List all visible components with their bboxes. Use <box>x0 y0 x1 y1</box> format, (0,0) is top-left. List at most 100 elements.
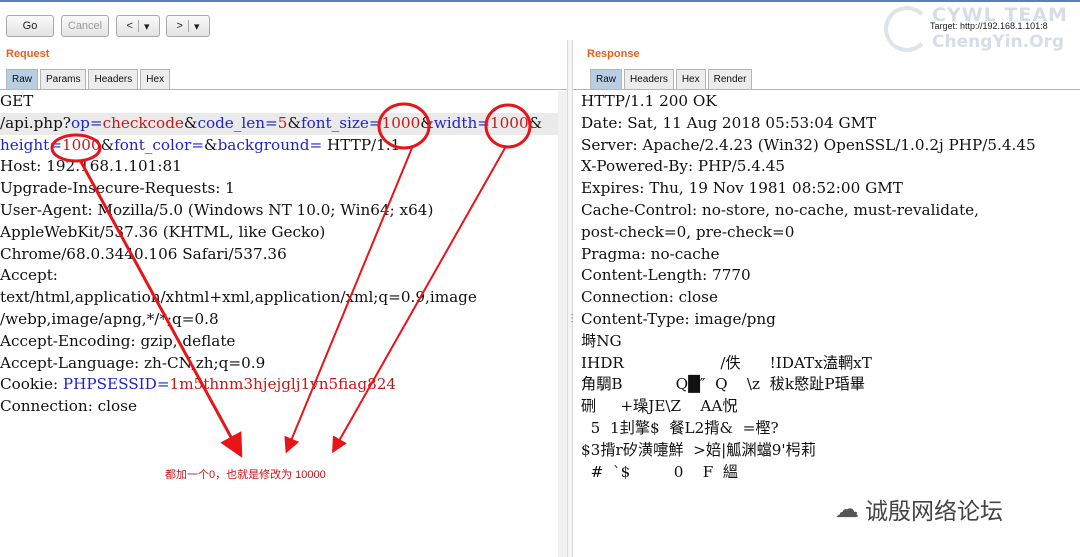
header-line: Accept: <box>0 266 58 285</box>
cancel-label: Cancel <box>67 20 103 32</box>
wechat-icon: ☁ <box>835 495 859 523</box>
response-binary-line: $3揹r矽潢嚏鮮 >婄|觚渊蟷9'枵莉 <box>581 440 816 459</box>
request-url-line-1: /api.php?op=checkcode&code_len=5&font_si… <box>0 113 558 135</box>
param-value-width: 1000 <box>489 113 529 132</box>
param-key: width <box>433 113 478 132</box>
header-line: AppleWebKit/537.36 (KHTML, like Gecko) <box>0 222 326 241</box>
response-line: Server: Apache/2.4.23 (Win32) OpenSSL/1.… <box>581 135 1036 154</box>
response-line: Cache-Control: no-store, no-cache, must-… <box>581 200 979 219</box>
response-tabs: Raw Headers Hex Render <box>590 69 754 89</box>
header-line: Host: 192.168.1.101:81 <box>0 157 182 176</box>
request-tab-raw[interactable]: Raw <box>6 69 39 89</box>
forward-button[interactable]: > ▾ <box>166 15 210 37</box>
go-button[interactable]: Go <box>6 15 54 37</box>
request-tab-underline <box>0 89 567 90</box>
response-line: Date: Sat, 11 Aug 2018 05:53:04 GMT <box>581 113 877 132</box>
response-tab-underline <box>573 89 1080 90</box>
request-tab-headers[interactable]: Headers <box>88 69 139 89</box>
header-line: Accept-Language: zh-CN,zh;q=0.9 <box>0 353 266 372</box>
param-value: 5 <box>277 113 288 132</box>
param-amp: & <box>287 113 301 132</box>
request-editor[interactable]: GET /api.php?op=checkcode&code_len=5&fon… <box>0 91 558 557</box>
cookie-line: Cookie: PHPSESSID=1m5thnm3hjejglj1vn5fia… <box>0 374 558 396</box>
cancel-button[interactable]: Cancel <box>61 15 109 37</box>
cookie-key: Cookie: <box>0 375 63 394</box>
header-line: Chrome/68.0.3440.106 Safari/537.36 <box>0 244 287 263</box>
response-line: Content-Length: 7770 <box>581 266 751 285</box>
param-eq: = <box>368 113 382 132</box>
pane-splitter[interactable] <box>567 40 573 557</box>
splitter-grip-icon[interactable]: ⋮ <box>567 313 577 324</box>
wechat-text: 诚殷网络论坛 <box>865 499 1003 525</box>
response-binary-line: # `$ 0 F 縕 <box>581 462 739 481</box>
forward-menu-icon[interactable]: ▾ <box>194 20 200 33</box>
param-key: height <box>0 135 50 154</box>
cookie-eq: = <box>156 375 170 394</box>
back-button[interactable]: < ▾ <box>116 15 160 37</box>
param-key: font_size <box>300 113 369 132</box>
cookie-name: PHPSESSID <box>62 375 157 394</box>
annotation-caption: 都加一个0，也就是修改为 10000 <box>165 469 326 481</box>
response-section-title: Response <box>587 48 640 60</box>
header-line: Upgrade-Insecure-Requests: 1 <box>0 179 235 198</box>
request-line: GET <box>0 92 34 110</box>
window-top-border <box>0 0 1080 2</box>
request-tab-params[interactable]: Params <box>40 69 87 89</box>
param-eq: = <box>49 135 62 154</box>
request-url-line-2: height=1000&font_color=&background= HTTP… <box>0 135 558 157</box>
url-path: /api.php? <box>0 113 71 132</box>
watermark-line-2: ChengYin.Org <box>932 32 1065 52</box>
response-line: Content-Type: image/png <box>581 309 776 328</box>
response-line: Pragma: no-cache <box>581 244 720 263</box>
param-key: op <box>70 113 90 132</box>
param-key: code_len <box>197 113 266 132</box>
response-tab-headers[interactable]: Headers <box>624 69 674 89</box>
param-amp: & <box>183 113 198 132</box>
header-line: User-Agent: Mozilla/5.0 (Windows NT 10.0… <box>0 200 434 219</box>
request-tab-hex[interactable]: Hex <box>140 69 171 89</box>
response-tab-render[interactable]: Render <box>707 69 753 89</box>
param-eq: = <box>265 113 278 132</box>
cookie-value: 1m5thnm3hjejglj1vn5fiag824 <box>169 375 397 394</box>
response-binary-line: IHDR /佚 !IDATx溘輞xT <box>581 353 872 372</box>
http-version: HTTP/1.1 <box>322 135 401 154</box>
param-eq: = <box>191 135 205 154</box>
response-binary-line: 5 1刲擎$ 餐L2揹& =樫? <box>581 418 779 437</box>
request-scrollbar[interactable] <box>558 91 567 557</box>
response-viewer[interactable]: HTTP/1.1 200 OK Date: Sat, 11 Aug 2018 0… <box>581 91 1080 557</box>
response-line: X-Powered-By: PHP/5.4.45 <box>581 157 786 176</box>
header-line: Connection: close <box>0 397 137 416</box>
param-eq: = <box>477 113 490 132</box>
go-label: Go <box>22 20 38 32</box>
response-line: Expires: Thu, 19 Nov 1981 08:52:00 GMT <box>581 179 903 198</box>
forward-arrow-icon: > <box>176 20 183 32</box>
param-key: background <box>217 135 310 154</box>
param-key: font_color <box>114 135 192 154</box>
watermark-line-1: CYWL TEAM <box>932 4 1068 26</box>
response-tab-hex[interactable]: Hex <box>675 69 706 89</box>
response-line: HTTP/1.1 200 OK <box>581 92 717 110</box>
param-value-font-size: 1000 <box>381 113 421 132</box>
param-amp: & <box>100 135 115 154</box>
back-arrow-icon: < <box>126 20 133 32</box>
response-line: Connection: close <box>581 288 718 307</box>
request-tabs: Raw Params Headers Hex <box>6 69 172 89</box>
param-eq: = <box>89 113 103 132</box>
param-eq: = <box>309 135 323 154</box>
header-line: Accept-Encoding: gzip, deflate <box>0 331 236 350</box>
request-section-title: Request <box>6 48 50 60</box>
watermark-logo-icon <box>884 6 930 52</box>
header-line: /webp,image/apng,*/*;q=0.8 <box>0 309 219 328</box>
param-amp: & <box>528 113 543 132</box>
param-amp: & <box>204 135 218 154</box>
response-tab-raw[interactable]: Raw <box>590 69 623 89</box>
response-line: post-check=0, pre-check=0 <box>581 222 795 241</box>
param-amp: & <box>420 113 434 132</box>
response-binary-line: 硎 +璪JE\Z AA怳 <box>581 397 738 416</box>
param-value: checkcode <box>102 113 184 132</box>
param-value-height: 1000 <box>61 135 101 154</box>
back-menu-icon[interactable]: ▾ <box>144 20 150 33</box>
response-binary-line: 塒NG <box>581 331 622 350</box>
wechat-watermark: ☁ 诚殷网络论坛 <box>835 492 1003 526</box>
response-binary-line: 角騆B Q█″ Q \z 秡k愍趾P琘畢 <box>581 375 865 394</box>
